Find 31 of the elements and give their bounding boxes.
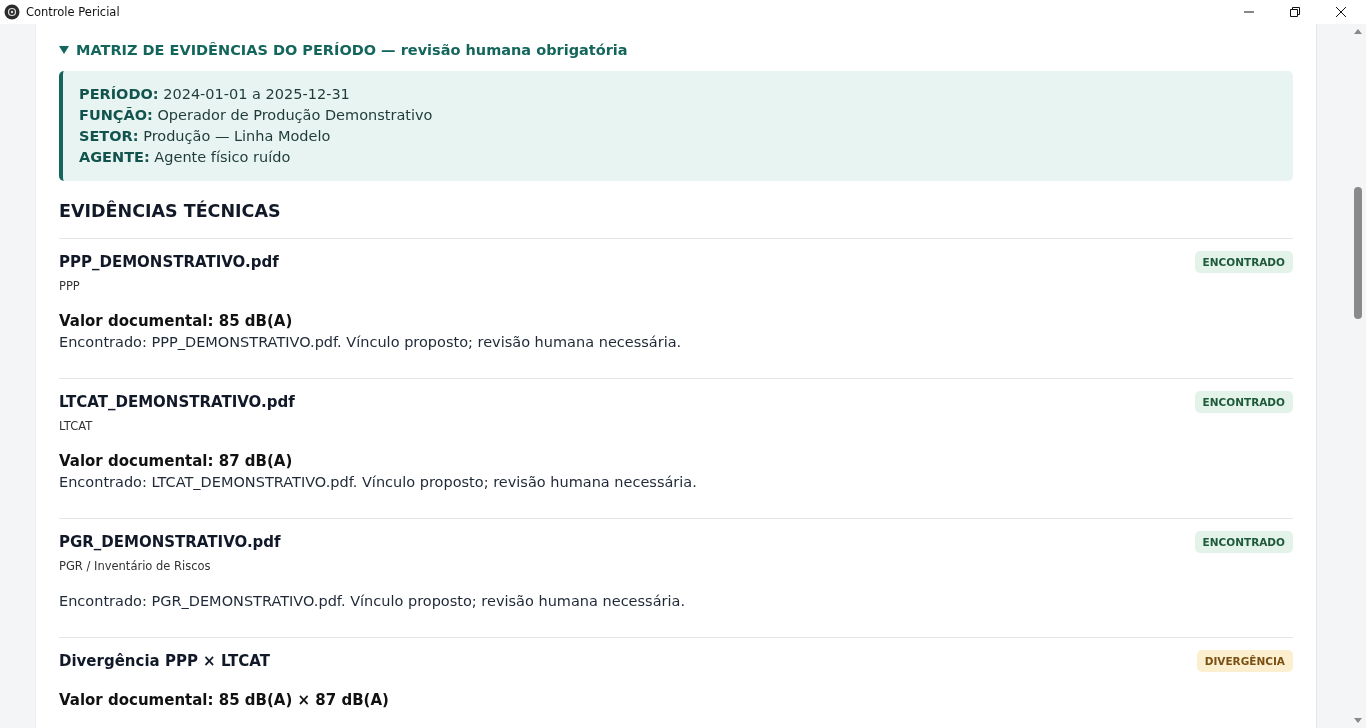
app-icon — [4, 4, 20, 20]
document-value: Valor documental: 85 dB(A) — [59, 311, 294, 332]
info-line: SETOR: Produção — Linha Modelo — [79, 127, 332, 146]
document-type: PPP — [59, 279, 81, 293]
status-badge: ENCONTRADO — [1194, 251, 1293, 273]
scroll-up-icon[interactable] — [1354, 29, 1362, 34]
evidence-title: PPP_DEMONSTRATIVO.pdf — [59, 253, 279, 271]
document-value: Valor documental: 87 dB(A) — [59, 451, 294, 472]
close-icon[interactable] — [1336, 7, 1346, 17]
evidence-note: Encontrado: PGR_DEMONSTRATIVO.pdf. Vínculo proposto; revisão humana necessária. — [59, 592, 686, 611]
restore-icon[interactable] — [1290, 7, 1300, 17]
evidence-note: Encontrado: PPP_DEMONSTRATIVO.pdf. Vínculo proposto; revisão humana necessária. — [59, 333, 683, 352]
caret-icon — [59, 45, 69, 55]
evidence-note: Encontrado: LTCAT_DEMONSTRATIVO.pdf. Vínculo proposto; revisão humana necessária. — [59, 473, 698, 492]
evidence-title: PGR_DEMONSTRATIVO.pdf — [59, 533, 281, 551]
document-type: LTCAT — [59, 419, 94, 433]
section-heading: EVIDÊNCIAS TÉCNICAS — [59, 201, 282, 223]
document-value: Valor documental: 85 dB(A) × 87 dB(A) — [59, 690, 390, 711]
matrix-section-toggle[interactable]: MATRIZ DE EVIDÊNCIAS DO PERÍODO — revisão humana obrigatória — [59, 42, 1293, 58]
evidence-title: Divergência PPP × LTCAT — [59, 652, 270, 670]
scroll-down-icon[interactable] — [1354, 718, 1362, 723]
window-title: Controle Pericial — [26, 5, 120, 19]
status-badge: DIVERGÊNCIA — [1196, 650, 1293, 672]
status-badge: ENCONTRADO — [1194, 391, 1293, 413]
evidence-title: LTCAT_DEMONSTRATIVO.pdf — [59, 393, 295, 411]
info-line: AGENTE: Agente físico ruído — [79, 148, 292, 167]
info-line: FUNÇÃO: Operador de Produção Demonstrativo — [79, 106, 434, 125]
info-line: PERÍODO: 2024-01-01 a 2025-12-31 — [79, 85, 351, 104]
status-badge: ENCONTRADO — [1194, 531, 1293, 553]
scrollbar-thumb[interactable] — [1354, 187, 1362, 319]
document-type: PGR / Inventário de Riscos — [59, 559, 212, 573]
